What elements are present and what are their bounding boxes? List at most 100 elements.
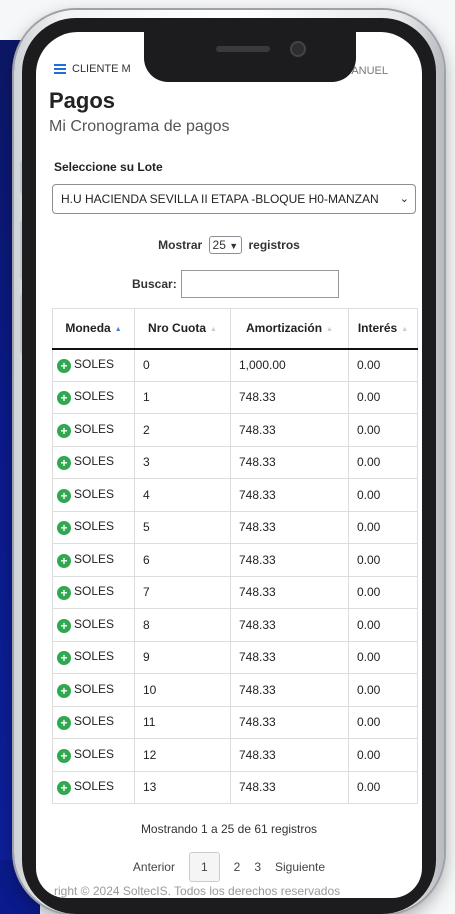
expand-plus-icon[interactable]: + [57, 651, 71, 666]
table-row[interactable]: + SOLES 1 748.33 0.00 [52, 381, 418, 414]
expand-plus-icon[interactable]: + [57, 553, 71, 568]
column-header-interes[interactable]: Interés ▲ [348, 308, 418, 350]
phone-notch [144, 32, 356, 82]
cell-nro-cuota: 4 [134, 478, 231, 512]
cell-moneda: + SOLES [52, 706, 135, 739]
cell-nro-cuota: 13 [134, 771, 231, 804]
expand-plus-icon[interactable]: + [57, 683, 71, 698]
pagination-page-3[interactable]: 3 [254, 860, 261, 874]
table-row[interactable]: + SOLES 13 748.33 0.00 [52, 771, 418, 804]
expand-plus-icon[interactable]: + [57, 716, 71, 731]
expand-plus-icon[interactable]: + [57, 781, 71, 796]
sort-icon: ▲ [210, 325, 217, 333]
table-row[interactable]: + SOLES 6 748.33 0.00 [52, 543, 418, 577]
cell-nro-cuota: 6 [134, 543, 231, 577]
chevron-down-icon: ⌄ [397, 192, 409, 205]
search-label: Buscar: [132, 277, 177, 291]
cell-nro-cuota: 7 [134, 576, 231, 609]
cell-amortizacion: 748.33 [230, 381, 349, 414]
cell-interes: 0.00 [348, 478, 418, 512]
table-row[interactable]: + SOLES 11 748.33 0.00 [52, 706, 418, 739]
cell-moneda: + SOLES [52, 543, 135, 577]
cell-interes: 0.00 [348, 641, 418, 674]
length-menu: Mostrar 25 ▼ registros [46, 236, 412, 254]
page-title: Pagos [49, 88, 116, 113]
cell-nro-cuota: 10 [134, 673, 231, 707]
cell-interes: 0.00 [348, 771, 418, 804]
table-row[interactable]: + SOLES 10 748.33 0.00 [52, 673, 418, 707]
table-row[interactable]: + SOLES 5 748.33 0.00 [52, 511, 418, 544]
hamburger-menu-icon[interactable] [54, 64, 66, 74]
cell-moneda: + SOLES [52, 348, 135, 382]
cell-interes: 0.00 [348, 446, 418, 479]
cell-amortizacion: 748.33 [230, 738, 349, 772]
length-value: 25 [212, 238, 226, 252]
cell-moneda: + SOLES [52, 771, 135, 804]
cell-interes: 0.00 [348, 543, 418, 577]
column-header-moneda[interactable]: Moneda ▲ [52, 308, 135, 350]
cell-interes: 0.00 [348, 576, 418, 609]
table-row[interactable]: + SOLES 4 748.33 0.00 [52, 478, 418, 512]
expand-plus-icon[interactable]: + [57, 456, 71, 471]
sort-icon: ▲ [401, 325, 409, 333]
expand-plus-icon[interactable]: + [57, 521, 71, 536]
expand-plus-icon[interactable]: + [57, 488, 71, 503]
pagination-previous[interactable]: Anterior [133, 860, 175, 874]
pagination-page-1[interactable]: 1 [188, 852, 220, 882]
table-row[interactable]: + SOLES 12 748.33 0.00 [52, 738, 418, 772]
length-select[interactable]: 25 ▼ [208, 236, 243, 254]
table-row[interactable]: + SOLES 8 748.33 0.00 [52, 608, 418, 642]
cell-amortizacion: 748.33 [230, 446, 349, 479]
cell-interes: 0.00 [348, 738, 418, 772]
cell-interes: 0.00 [348, 608, 418, 642]
expand-plus-icon[interactable]: + [57, 618, 71, 633]
cell-amortizacion: 748.33 [230, 576, 349, 609]
expand-plus-icon[interactable]: + [57, 748, 71, 763]
cell-moneda: + SOLES [52, 738, 135, 772]
phone-frame: CLIENTE M MANUEL Pagos Mi Cronograma de … [14, 10, 444, 914]
length-prefix: Mostrar [158, 238, 203, 252]
search-input[interactable] [180, 270, 339, 298]
cell-nro-cuota: 5 [134, 511, 231, 544]
cell-amortizacion: 748.33 [230, 543, 349, 577]
column-header-nro-cuota[interactable]: Nro Cuota ▲ [134, 308, 231, 350]
page-subtitle: Mi Cronograma de pagos [49, 118, 230, 135]
cell-nro-cuota: 8 [134, 608, 231, 642]
cell-interes: 0.00 [348, 381, 418, 414]
table-row[interactable]: + SOLES 7 748.33 0.00 [52, 576, 418, 609]
expand-plus-icon[interactable]: + [57, 391, 71, 406]
pagination-page-2[interactable]: 2 [234, 860, 241, 874]
expand-plus-icon[interactable]: + [57, 586, 71, 601]
pagination-next[interactable]: Siguiente [275, 860, 325, 874]
cell-amortizacion: 748.33 [230, 641, 349, 674]
length-suffix: registros [248, 238, 300, 252]
search-row: Buscar: [46, 270, 412, 298]
lote-label: Seleccione su Lote [54, 160, 163, 174]
table-row[interactable]: + SOLES 9 748.33 0.00 [52, 641, 418, 674]
table-row[interactable]: + SOLES 3 748.33 0.00 [52, 446, 418, 479]
sort-icon: ▲ [326, 325, 333, 333]
cell-nro-cuota: 11 [134, 706, 231, 739]
cell-amortizacion: 748.33 [230, 771, 349, 804]
cell-nro-cuota: 12 [134, 738, 231, 772]
expand-plus-icon[interactable]: + [57, 359, 71, 373]
expand-plus-icon[interactable]: + [57, 423, 71, 438]
column-header-amortizacion[interactable]: Amortización ▲ [230, 308, 349, 350]
table-row[interactable]: + SOLES 2 748.33 0.00 [52, 413, 418, 447]
sort-asc-icon: ▲ [114, 325, 122, 333]
cell-interes: 0.00 [348, 348, 418, 382]
cell-moneda: + SOLES [52, 413, 135, 447]
payments-table: Moneda ▲ Nro Cuota ▲ Amortización ▲ Interés… [52, 308, 418, 804]
cell-amortizacion: 748.33 [230, 478, 349, 512]
header-label: CLIENTE M [72, 63, 131, 75]
lote-select[interactable]: H.U HACIENDA SEVILLA II ETAPA -BLOQUE H0… [52, 184, 416, 214]
footer-copyright: right © 2024 SoltecIS. Todos los derecho… [54, 884, 341, 898]
cell-amortizacion: 748.33 [230, 608, 349, 642]
main-content: Pagos Mi Cronograma de pagos Seleccione … [36, 88, 422, 882]
cell-amortizacion: 748.33 [230, 706, 349, 739]
cell-nro-cuota: 0 [134, 348, 231, 382]
front-camera [290, 41, 306, 57]
cell-moneda: + SOLES [52, 576, 135, 609]
table-row[interactable]: + SOLES 0 1,000.00 0.00 [52, 348, 418, 382]
cell-moneda: + SOLES [52, 381, 135, 414]
